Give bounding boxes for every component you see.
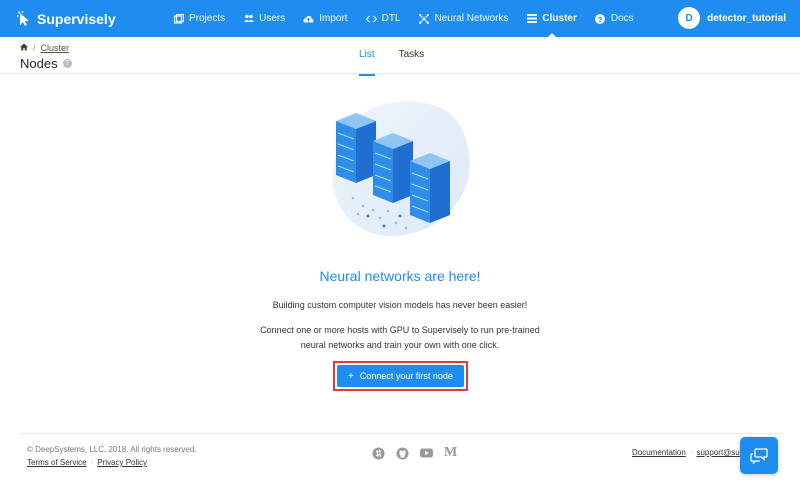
privacy-policy-link[interactable]: Privacy Policy bbox=[97, 458, 147, 467]
avatar: D bbox=[678, 7, 701, 29]
empty-state-description: Building custom computer vision models h… bbox=[272, 300, 528, 310]
nav-item-projects[interactable]: Projects bbox=[173, 0, 225, 37]
nav-label-import: Import bbox=[319, 13, 348, 24]
cluster-list-icon bbox=[526, 13, 537, 24]
dtl-arrows-icon bbox=[365, 13, 377, 24]
footer-separator: · bbox=[90, 458, 94, 467]
footer-help-links: Documentation · support@su bbox=[632, 448, 740, 457]
nav-item-import[interactable]: Import bbox=[303, 0, 348, 37]
chat-support-button[interactable] bbox=[740, 437, 778, 474]
neural-network-icon bbox=[419, 13, 430, 24]
documentation-link[interactable]: Documentation bbox=[632, 448, 686, 457]
projects-icon bbox=[173, 13, 184, 24]
chat-bubbles-icon bbox=[750, 447, 768, 464]
nav-label-neural-networks: Neural Networks bbox=[434, 13, 509, 24]
footer-divider bbox=[20, 433, 780, 434]
support-email-link[interactable]: support@su bbox=[696, 448, 739, 457]
nav-item-cluster[interactable]: Cluster bbox=[526, 0, 577, 37]
brand-name: Supervisely bbox=[37, 10, 116, 27]
top-navbar: Supervisely Projects Users Import DTL Ne… bbox=[0, 0, 800, 37]
plus-icon: + bbox=[348, 370, 354, 382]
medium-icon[interactable]: M bbox=[444, 445, 457, 461]
social-links: M bbox=[372, 445, 468, 461]
nav-item-users[interactable]: Users bbox=[243, 0, 285, 37]
users-icon bbox=[243, 13, 254, 24]
page-header: / Cluster Nodes ? List Tasks bbox=[0, 37, 800, 76]
svg-text:?: ? bbox=[598, 14, 603, 23]
tab-list[interactable]: List bbox=[359, 49, 375, 76]
breadcrumb-link-cluster[interactable]: Cluster bbox=[41, 43, 70, 53]
copyright-text: © DeepSystems, LLC, 2018. All rights res… bbox=[27, 445, 197, 454]
connect-first-node-button[interactable]: + Connect your first node bbox=[337, 365, 464, 387]
youtube-icon[interactable] bbox=[420, 448, 433, 458]
connect-first-node-label: Connect your first node bbox=[359, 371, 453, 381]
slack-icon[interactable] bbox=[372, 447, 385, 460]
nav-item-dtl[interactable]: DTL bbox=[365, 0, 401, 37]
page-title: Nodes ? bbox=[20, 56, 72, 71]
help-circle-icon: ? bbox=[595, 13, 606, 24]
help-icon[interactable]: ? bbox=[62, 59, 72, 68]
cloud-upload-icon bbox=[303, 13, 314, 24]
home-icon[interactable] bbox=[20, 43, 28, 53]
breadcrumb: / Cluster bbox=[20, 43, 69, 53]
nav-item-neural-networks[interactable]: Neural Networks bbox=[419, 0, 509, 37]
footer-separator: · bbox=[689, 448, 693, 457]
breadcrumb-separator: / bbox=[33, 43, 36, 53]
empty-state-heading: Neural networks are here! bbox=[319, 268, 481, 284]
tab-tasks[interactable]: Tasks bbox=[399, 49, 425, 76]
user-menu[interactable]: D detector_tutorial bbox=[678, 7, 786, 29]
tab-bar: List Tasks bbox=[359, 49, 448, 76]
brand-logo[interactable]: Supervisely bbox=[17, 11, 116, 27]
nav-item-docs[interactable]: ? Docs bbox=[595, 0, 634, 37]
footer-legal-links: Terms of Service · Privacy Policy bbox=[27, 458, 147, 467]
username: detector_tutorial bbox=[707, 12, 786, 24]
nav-label-users: Users bbox=[259, 13, 286, 24]
empty-state-instructions: Connect one or more hosts with GPU to Su… bbox=[260, 325, 540, 350]
server-racks-illustration bbox=[332, 101, 470, 236]
nav-label-docs: Docs bbox=[610, 13, 634, 24]
github-icon[interactable] bbox=[396, 447, 409, 460]
page-title-text: Nodes bbox=[20, 56, 58, 71]
nav-label-projects: Projects bbox=[189, 13, 226, 24]
terms-of-service-link[interactable]: Terms of Service bbox=[27, 458, 87, 467]
supervisely-logo-icon bbox=[17, 10, 29, 26]
nav-label-cluster: Cluster bbox=[542, 13, 577, 24]
nav-label-dtl: DTL bbox=[381, 13, 401, 24]
